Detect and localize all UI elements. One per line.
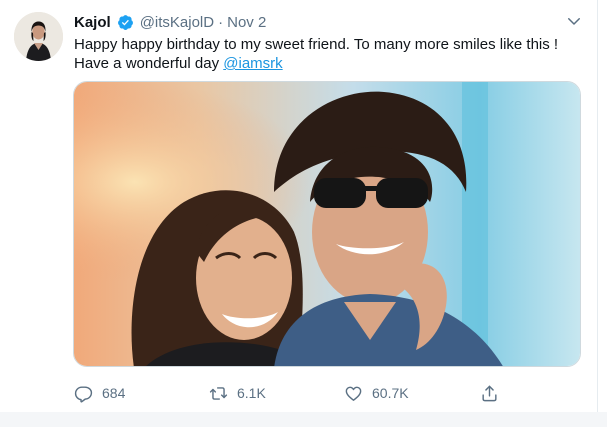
author-handle[interactable]: @itsKajolD <box>140 14 214 31</box>
reply-count: 684 <box>102 385 126 401</box>
tweet-actions: 684 6.1K 60.7K <box>74 382 524 406</box>
header-separator: · <box>218 13 224 31</box>
tweet-date[interactable]: Nov 2 <box>227 14 266 31</box>
retweet-count: 6.1K <box>237 385 266 401</box>
tweet-card[interactable]: Kajol @itsKajolD · Nov 2 Happy happy bir… <box>0 0 598 412</box>
photo-image <box>74 82 580 366</box>
author-name[interactable]: Kajol <box>74 14 111 31</box>
tweet-photo[interactable] <box>73 81 581 367</box>
avatar-image <box>14 12 63 61</box>
heart-icon <box>345 386 362 401</box>
mention-link[interactable]: @iamsrk <box>223 55 282 72</box>
tweet-header: Kajol @itsKajolD · Nov 2 <box>74 12 266 32</box>
like-count: 60.7K <box>372 385 409 401</box>
verified-badge-icon <box>117 14 134 31</box>
share-icon <box>482 385 497 401</box>
share-button[interactable] <box>480 382 499 404</box>
tweet-text: Happy happy birthday to my sweet friend.… <box>74 35 579 73</box>
reply-icon <box>74 385 93 403</box>
avatar[interactable] <box>14 12 63 61</box>
retweet-button[interactable]: 6.1K <box>209 382 266 404</box>
timeline-divider <box>0 412 607 427</box>
retweet-icon <box>209 386 228 400</box>
chevron-down-icon[interactable] <box>565 12 583 30</box>
reply-button[interactable]: 684 <box>74 382 125 404</box>
like-button[interactable]: 60.7K <box>344 382 409 404</box>
tweet-text-body: Happy happy birthday to my sweet friend.… <box>74 36 559 72</box>
